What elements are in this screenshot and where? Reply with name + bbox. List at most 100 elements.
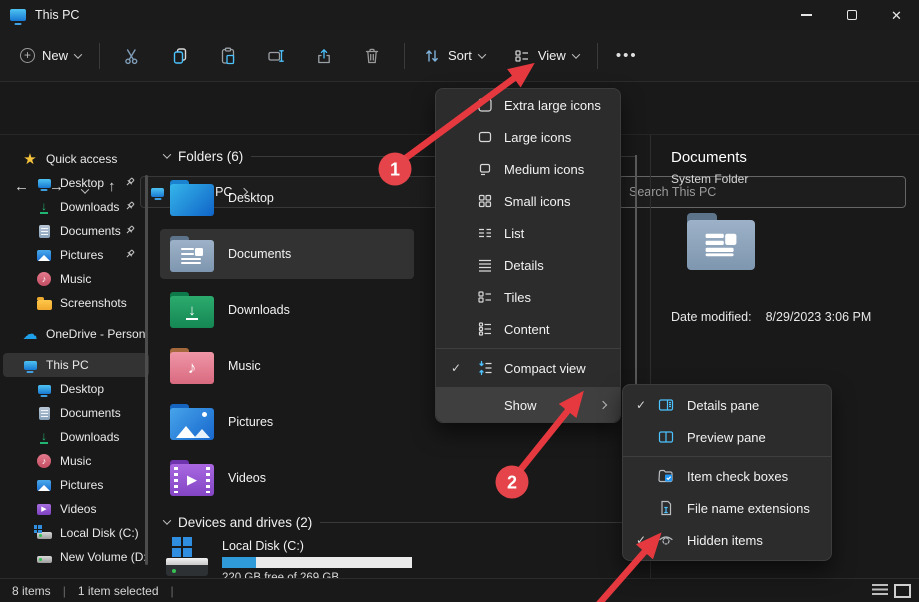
sidebar-pc-item-videos[interactable]: ▶ Videos [0, 497, 152, 521]
minimize-button[interactable] [784, 0, 829, 30]
checkmark-icon: ✓ [633, 533, 649, 547]
new-button[interactable]: + New [10, 42, 91, 69]
menu-item-list[interactable]: List [436, 217, 620, 249]
sidebar-pc-item-new-volume-d[interactable]: New Volume (D: [0, 545, 152, 569]
sidebar-pc-item-desktop[interactable]: Desktop [0, 377, 152, 401]
details-subtitle: System Folder [671, 172, 919, 186]
documents-icon [36, 223, 52, 239]
menu-item-label: Small icons [504, 194, 570, 209]
sort-button[interactable]: Sort [413, 41, 495, 71]
tiles-icon [476, 288, 494, 306]
submenu-item-file-name-extensions[interactable]: File name extensions [623, 492, 831, 524]
menu-item-label: Show [504, 398, 537, 413]
folder-tile-downloads[interactable]: ↓ Downloads [160, 285, 414, 335]
sidebar-item-quick-access[interactable]: ★ Quick access [0, 147, 152, 171]
sidebar-item-documents[interactable]: Documents [0, 219, 152, 243]
desktop-folder-icon [170, 184, 214, 216]
drive-icon [166, 537, 210, 577]
devices-group-header[interactable]: Devices and drives (2) [164, 513, 645, 531]
close-button[interactable]: ✕ [874, 0, 919, 30]
status-divider: | [171, 584, 174, 598]
see-more-button[interactable]: ••• [606, 47, 648, 64]
sidebar-item-music[interactable]: ♪ Music [0, 267, 152, 291]
folder-tile-documents[interactable]: Documents [160, 229, 414, 279]
sidebar-item-pictures[interactable]: Pictures [0, 243, 152, 267]
paste-button[interactable] [208, 38, 248, 74]
view-button[interactable]: View [503, 41, 589, 71]
pin-icon [123, 224, 136, 237]
star-icon: ★ [22, 151, 38, 167]
submenu-item-details-pane[interactable]: ✓ Details pane [623, 389, 831, 421]
details-view-toggle[interactable] [872, 584, 888, 597]
sidebar-label: Desktop [60, 176, 104, 190]
menu-item-label: Medium icons [504, 162, 584, 177]
share-icon [314, 46, 334, 66]
menu-item-small-icons[interactable]: Small icons [436, 185, 620, 217]
desktop-icon [36, 175, 52, 191]
submenu-item-hidden-items[interactable]: ✓ Hidden items [623, 524, 831, 556]
sort-label: Sort [448, 48, 472, 63]
this-pc-icon [22, 357, 38, 373]
menu-item-label: Item check boxes [687, 469, 788, 484]
pictures-icon [36, 477, 52, 493]
group-title: Folders (6) [178, 149, 243, 164]
chevron-down-icon [478, 50, 486, 58]
menu-item-extra-large-icons[interactable]: Extra large icons [436, 89, 620, 121]
sidebar-item-this-pc[interactable]: This PC [3, 353, 149, 377]
folder-tile-music[interactable]: ♪ Music [160, 341, 414, 391]
drive-name: Local Disk (C:) [222, 539, 412, 553]
submenu-item-item-check-boxes[interactable]: Item check boxes [623, 460, 831, 492]
details-icon [476, 256, 494, 274]
disk-usage-used [222, 557, 256, 568]
paste-icon [218, 46, 238, 66]
folder-tile-videos[interactable]: ▶ Videos [160, 453, 414, 503]
menu-item-medium-icons[interactable]: Medium icons [436, 153, 620, 185]
menu-item-label: File name extensions [687, 501, 810, 516]
menu-separator [623, 456, 831, 457]
menu-item-compact-view[interactable]: ✓ Compact view [436, 352, 620, 384]
command-bar: + New [0, 30, 919, 82]
group-rule [320, 522, 635, 523]
menu-item-tiles[interactable]: Tiles [436, 281, 620, 313]
icons-view-toggle[interactable] [894, 584, 911, 598]
maximize-button[interactable] [829, 0, 874, 30]
folder-tile-pictures[interactable]: Pictures [160, 397, 414, 447]
navigation-pane: ★ Quick access Desktop ↓ Downloads Docum… [0, 135, 152, 578]
menu-item-label: Compact view [504, 361, 586, 376]
tile-label: Music [228, 359, 261, 373]
menu-item-large-icons[interactable]: Large icons [436, 121, 620, 153]
videos-icon: ▶ [36, 501, 52, 517]
sidebar-label: Documents [60, 224, 121, 238]
sidebar-item-desktop[interactable]: Desktop [0, 171, 152, 195]
menu-item-details[interactable]: Details [436, 249, 620, 281]
submenu-item-preview-pane[interactable]: Preview pane [623, 421, 831, 453]
pin-icon [123, 248, 136, 261]
sidebar-pc-item-downloads[interactable]: ↓ Downloads [0, 425, 152, 449]
sidebar-item-onedrive[interactable]: ☁ OneDrive - Person [0, 322, 152, 346]
preview-pane-icon [657, 428, 675, 446]
sidebar-pc-item-local-disk-c[interactable]: Local Disk (C:) [0, 521, 152, 545]
drive-tile-local-disk-c[interactable]: Local Disk (C:) 220 GB free of 269 GB [160, 537, 645, 578]
folder-tile-desktop[interactable]: Desktop [160, 173, 414, 223]
tile-label: Downloads [228, 303, 290, 317]
menu-item-content[interactable]: Content [436, 313, 620, 345]
sidebar-scrollbar[interactable] [145, 175, 148, 565]
sidebar-item-screenshots[interactable]: Screenshots [0, 291, 152, 315]
music-icon: ♪ [36, 453, 52, 469]
sidebar-item-downloads[interactable]: ↓ Downloads [0, 195, 152, 219]
cut-button[interactable] [112, 38, 152, 74]
sidebar-pc-item-documents[interactable]: Documents [0, 401, 152, 425]
sidebar-pc-item-pictures[interactable]: Pictures [0, 473, 152, 497]
status-bar: 8 items | 1 item selected | [0, 578, 919, 602]
copy-button[interactable] [160, 38, 200, 74]
chevron-down-icon [74, 50, 82, 58]
cloud-icon: ☁ [22, 326, 38, 342]
checkmark-icon: ✓ [448, 361, 464, 375]
rename-button[interactable] [256, 38, 296, 74]
sidebar-pc-item-music[interactable]: ♪ Music [0, 449, 152, 473]
show-submenu: ✓ Details pane Preview pane Item check b… [622, 384, 832, 561]
delete-button[interactable] [352, 38, 392, 74]
sidebar-label: Desktop [60, 382, 104, 396]
menu-item-show[interactable]: Show [436, 388, 620, 422]
share-button[interactable] [304, 38, 344, 74]
